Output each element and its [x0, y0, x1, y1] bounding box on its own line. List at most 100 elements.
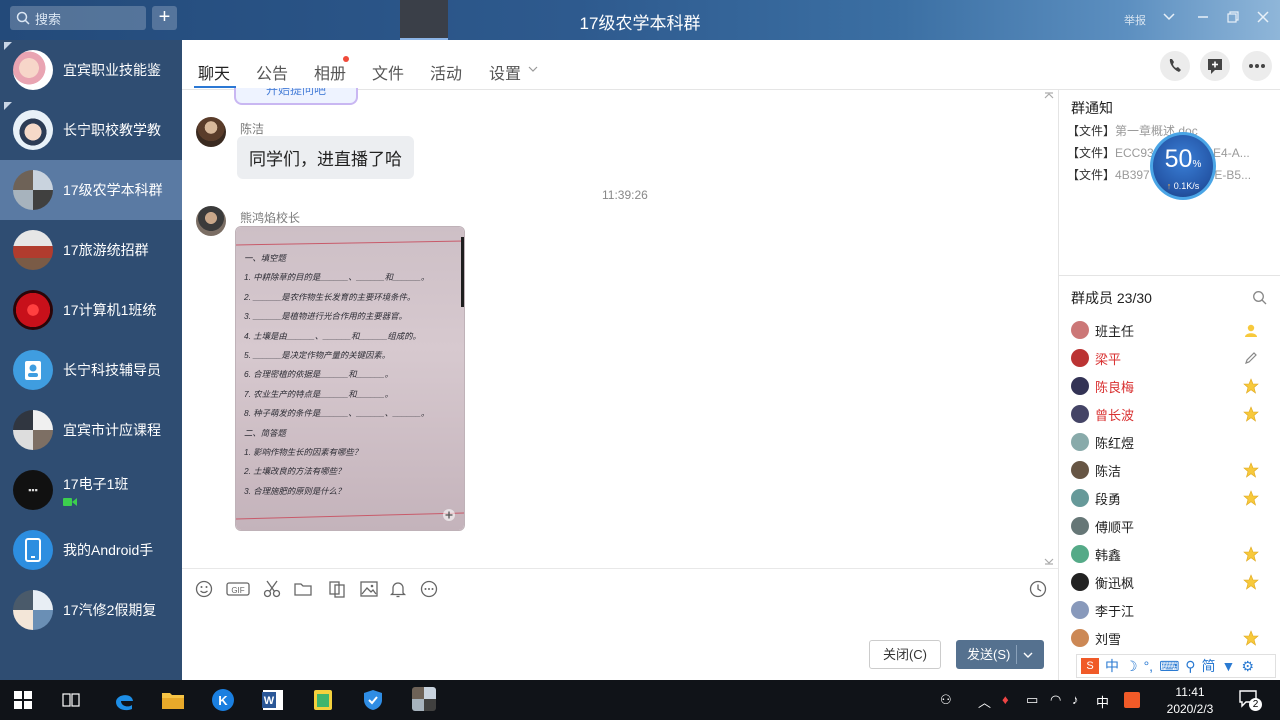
unread-dot — [343, 56, 349, 62]
member-row[interactable]: 衡迅枫 — [1071, 568, 1271, 596]
avatar[interactable] — [196, 206, 226, 236]
kugou-music-icon[interactable]: K — [211, 688, 235, 712]
member-avatar — [1071, 545, 1089, 563]
tray-chevron-up-icon[interactable]: ︿ — [978, 692, 991, 711]
taskbar-clock[interactable]: 11:41 2020/2/3 — [1150, 684, 1230, 718]
security-shield-icon[interactable] — [361, 688, 385, 712]
conversation-item[interactable]: 长宁科技辅导员 — [0, 340, 182, 400]
collapse-down-icon[interactable] — [1044, 557, 1054, 565]
member-row[interactable]: 班主任 — [1071, 316, 1271, 344]
search-input[interactable]: 搜索 — [10, 6, 146, 30]
add-button[interactable]: + — [152, 6, 177, 30]
ime-simplified[interactable]: 简 — [1202, 656, 1216, 676]
close-icon[interactable] — [1254, 10, 1272, 28]
bell-icon[interactable] — [388, 579, 408, 599]
notification-center-icon[interactable]: 2 — [1238, 688, 1262, 711]
conversation-item[interactable]: ▪▪▪ 17电子1班 — [0, 460, 182, 520]
more-icon[interactable] — [419, 579, 439, 599]
scissors-icon[interactable] — [262, 579, 282, 599]
battery-icon[interactable]: ▭ — [1026, 692, 1038, 708]
history-clock-icon[interactable] — [1028, 579, 1048, 599]
moon-icon[interactable]: ☽ — [1125, 658, 1138, 675]
member-row[interactable]: 陈洁 — [1071, 456, 1271, 484]
punctuation-icon[interactable]: °, — [1144, 658, 1154, 674]
conversation-item-active[interactable]: 17级农学本科群 — [0, 160, 182, 220]
gear-icon[interactable]: ⚙ — [1241, 658, 1254, 675]
qq-window: 搜索 + 17级农学本科群 举报 宜宾职业技能鉴 长宁职校教学教 17级农学本科… — [0, 0, 1280, 720]
report-link[interactable]: 举报 — [1124, 12, 1146, 28]
member-avatar — [1071, 517, 1089, 535]
keyboard-icon[interactable]: ⌨ — [1159, 658, 1179, 675]
tab-activity[interactable]: 活动 — [430, 60, 462, 84]
taskbar-active-app[interactable] — [400, 0, 448, 40]
minimize-icon[interactable] — [1194, 10, 1212, 28]
word-icon[interactable]: W — [261, 688, 285, 712]
tab-files[interactable]: 文件 — [372, 60, 404, 84]
tray-app-icon[interactable]: ♦ — [1002, 692, 1009, 707]
avatar[interactable] — [196, 117, 226, 147]
folder-icon[interactable] — [293, 579, 313, 599]
conversation-item[interactable]: 17旅游统招群 — [0, 220, 182, 280]
member-row[interactable]: 刘雪 — [1071, 624, 1271, 652]
add-chat-button[interactable] — [1200, 51, 1230, 81]
admin-star-icon — [1243, 490, 1259, 506]
windows-start-icon[interactable] — [14, 691, 32, 709]
tab-album[interactable]: 相册 — [314, 60, 346, 84]
conversation-item[interactable]: 宜宾职业技能鉴 — [0, 40, 182, 100]
conversation-item[interactable]: 17计算机1班统 — [0, 280, 182, 340]
member-row[interactable]: 曾长波 — [1071, 400, 1271, 428]
message-bubble[interactable]: 同学们，进直播了哈 — [237, 136, 414, 179]
send-button[interactable]: 发送(S) — [956, 640, 1044, 669]
ime-toolbar[interactable]: S 中 ☽ °, ⌨ ⚲ 简 ▼ ⚙ — [1076, 654, 1276, 678]
conversation-item[interactable]: 17汽修2假期复 — [0, 580, 182, 640]
zoom-in-icon[interactable] — [442, 508, 456, 522]
ime-indicator[interactable]: 中 — [1096, 692, 1109, 711]
tab-settings[interactable]: 设置 — [489, 60, 521, 84]
chevron-down-icon[interactable] — [1160, 10, 1178, 28]
message-input[interactable] — [188, 610, 1052, 636]
image-icon[interactable] — [359, 579, 379, 599]
people-icon[interactable]: ⚇ — [940, 692, 952, 708]
image-message[interactable]: 一、填空题 1. 中耕除草的目的是______、______和______。 2… — [236, 227, 464, 530]
edge-browser-icon[interactable] — [112, 688, 136, 712]
svg-text:K: K — [218, 693, 228, 708]
member-row[interactable]: 李于江 — [1071, 596, 1271, 624]
admin-star-icon — [1243, 462, 1259, 478]
member-row[interactable]: 梁平 — [1071, 344, 1271, 372]
member-row[interactable]: 韩鑫 — [1071, 540, 1271, 568]
conversation-item[interactable]: 我的Android手 — [0, 520, 182, 580]
wifi-icon[interactable]: ◠ — [1050, 692, 1061, 708]
conversation-item[interactable]: 宜宾市计应课程 — [0, 400, 182, 460]
gif-icon[interactable]: GIF — [226, 579, 250, 599]
member-row[interactable]: 陈红煜 — [1071, 428, 1271, 456]
member-row[interactable]: 陈良梅 — [1071, 372, 1271, 400]
notepad-app-icon[interactable] — [311, 688, 335, 712]
tab-chat[interactable]: 聊天 — [198, 60, 230, 84]
mic-icon[interactable]: ⚲ — [1185, 658, 1195, 675]
task-view-icon[interactable] — [62, 691, 80, 709]
screenshot-share-icon[interactable] — [327, 579, 347, 599]
skin-icon[interactable]: ▼ — [1222, 658, 1236, 674]
member-avatar — [1071, 321, 1089, 339]
member-row[interactable]: 傅顺平 — [1071, 512, 1271, 540]
chevron-down-icon[interactable] — [1022, 650, 1034, 660]
network-speed-widget[interactable]: 50% ↑ 0.1K/s — [1150, 132, 1216, 200]
ime-language[interactable]: 中 — [1105, 656, 1119, 676]
close-button[interactable]: 关闭(C) — [869, 640, 941, 669]
sogou-tray-icon[interactable] — [1124, 692, 1140, 708]
file-explorer-icon[interactable] — [161, 689, 185, 711]
emoji-icon[interactable] — [194, 579, 214, 599]
chevron-down-icon[interactable] — [528, 65, 538, 73]
member-name: 傅顺平 — [1095, 519, 1135, 535]
restore-icon[interactable] — [1224, 10, 1242, 28]
volume-icon[interactable]: ♪ — [1072, 692, 1079, 707]
collapse-up-icon[interactable] — [1044, 92, 1054, 100]
question-hint[interactable]: 开始提问吧 — [234, 88, 358, 105]
more-button[interactable] — [1242, 51, 1272, 81]
conversation-item[interactable]: 长宁职校教学教 — [0, 100, 182, 160]
member-row[interactable]: 段勇 — [1071, 484, 1271, 512]
edit-icon — [1245, 352, 1257, 364]
search-icon[interactable] — [1252, 290, 1267, 305]
call-button[interactable] — [1160, 51, 1190, 81]
tab-announcement[interactable]: 公告 — [256, 60, 288, 84]
